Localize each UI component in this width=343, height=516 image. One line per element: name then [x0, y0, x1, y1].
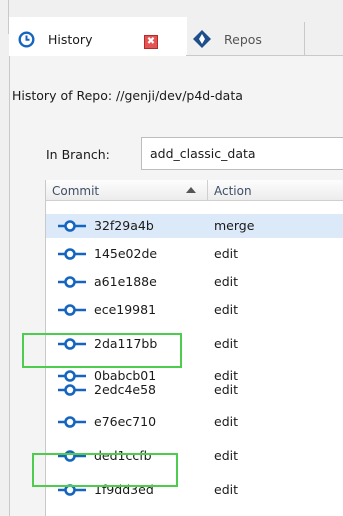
- table-row[interactable]: e76ec710 edit: [46, 410, 343, 434]
- branch-selector[interactable]: add_classic_data: [141, 137, 343, 170]
- commit-node-icon: [58, 370, 86, 382]
- commit-id: e76ec710: [94, 414, 157, 429]
- table-row[interactable]: ece19981 edit: [46, 298, 343, 322]
- commit-node-icon: [58, 416, 86, 428]
- tab-history-label[interactable]: History: [48, 32, 92, 47]
- commit-action: edit: [214, 274, 238, 289]
- commit-id: ece19981: [94, 302, 157, 317]
- commit-node-icon: [58, 384, 86, 396]
- table-row[interactable]: 32f29a4b merge: [46, 214, 343, 238]
- commit-id: 0babcb01: [94, 368, 157, 383]
- commit-action: edit: [214, 336, 238, 351]
- tab-repos-label[interactable]: Repos: [224, 32, 262, 47]
- tab-divider: [304, 22, 305, 56]
- repos-icon[interactable]: [192, 29, 212, 49]
- column-header-commit[interactable]: Commit: [46, 180, 208, 201]
- commit-action: edit: [214, 246, 238, 261]
- commit-id: 32f29a4b: [94, 218, 154, 233]
- commit-id: a61e188e: [94, 274, 157, 289]
- column-header-action-label: Action: [214, 184, 252, 198]
- sort-ascending-icon: [186, 187, 196, 193]
- history-clock-icon: [18, 31, 35, 48]
- tab-history[interactable]: [9, 17, 187, 57]
- tab-strip-divider: [186, 55, 343, 56]
- branch-label: In Branch:: [46, 147, 110, 162]
- highlight-box-commit-ded1ccfb: [32, 453, 178, 487]
- commit-action: edit: [214, 302, 238, 317]
- commit-action: edit: [214, 382, 238, 397]
- commit-node-icon: [58, 304, 86, 316]
- commit-action: merge: [214, 218, 255, 233]
- commit-action: edit: [214, 482, 238, 497]
- highlight-box-commit-2da117bb: [22, 333, 182, 368]
- table-row[interactable]: a61e188e edit: [46, 270, 343, 294]
- commit-node-icon: [58, 248, 86, 260]
- column-header-action[interactable]: Action: [208, 180, 343, 201]
- branch-value: add_classic_data: [150, 146, 256, 161]
- commit-node-icon: [58, 276, 86, 288]
- table-row[interactable]: 145e02de edit: [46, 242, 343, 266]
- commit-node-icon: [58, 220, 86, 232]
- table-row[interactable]: 0babcb01 edit 2edc4e58 edit: [46, 364, 343, 404]
- repo-history-title: History of Repo: //genji/dev/p4d-data: [12, 88, 243, 103]
- commit-action: edit: [214, 368, 238, 383]
- close-tab-icon[interactable]: ✖: [144, 35, 158, 49]
- commit-id: 145e02de: [94, 246, 158, 261]
- column-header-commit-label: Commit: [52, 184, 100, 198]
- commit-action: edit: [214, 448, 238, 463]
- commit-action: edit: [214, 414, 238, 429]
- commit-id: 2edc4e58: [94, 382, 156, 397]
